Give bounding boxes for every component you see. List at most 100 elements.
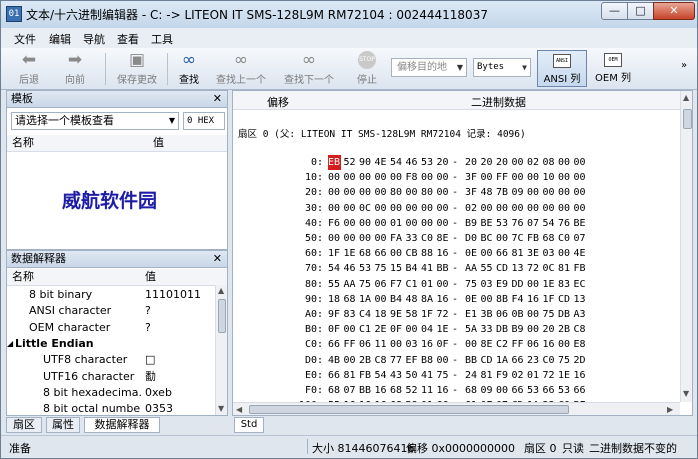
hex-byte[interactable]: F7 (390, 277, 406, 292)
tab-std[interactable]: Std (234, 417, 264, 433)
hex-byte[interactable]: F8 (406, 170, 422, 185)
hex-byte[interactable]: 0F (390, 322, 406, 337)
hex-byte[interactable]: A3 (574, 307, 590, 322)
hex-row[interactable]: 70: 54 46 53 75 15 B4 41 BB - AA 55 CD 13 72 0C 81 FB (233, 261, 680, 276)
hex-byte[interactable]: 00 (328, 170, 344, 185)
hex-byte[interactable]: 00 (496, 231, 512, 246)
hex-byte[interactable]: 68 (328, 383, 344, 398)
hex-byte[interactable]: 00 (437, 216, 453, 231)
template-select[interactable]: 请选择一个模板查看 ▼ (11, 112, 179, 130)
hex-byte[interactable]: 00 (481, 170, 497, 185)
hex-byte[interactable]: 00 (574, 185, 590, 200)
hex-byte[interactable]: 15 (390, 261, 406, 276)
hex-byte[interactable]: 48 (406, 292, 422, 307)
hex-byte[interactable]: 81 (512, 246, 528, 261)
hex-byte[interactable]: 81 (344, 368, 360, 383)
menu-file[interactable]: 文件 (14, 31, 36, 47)
oem-column-toggle[interactable]: OEM OEM 列 (591, 50, 635, 87)
hex-byte[interactable]: 07 (527, 216, 543, 231)
menu-edit[interactable]: 编辑 (49, 31, 71, 47)
hex-byte[interactable]: 00 (359, 185, 375, 200)
hex-byte[interactable]: FB (574, 261, 590, 276)
hex-byte[interactable]: 09 (512, 185, 528, 200)
hex-byte[interactable]: B4 (406, 261, 422, 276)
hex-byte[interactable]: 00 (527, 307, 543, 322)
goto-offset-combo[interactable]: 偏移目的地 ▼ (391, 58, 467, 77)
hex-byte[interactable]: 0B (512, 307, 528, 322)
hex-byte[interactable]: 54 (390, 155, 406, 170)
hex-byte[interactable]: 00 (574, 155, 590, 170)
hex-byte[interactable]: 66 (328, 368, 344, 383)
inspector-row[interactable]: OEM character? (7, 320, 215, 336)
chevron-down-icon[interactable]: ▼ (457, 59, 463, 76)
hex-byte[interactable]: 75 (558, 353, 574, 368)
hex-byte[interactable]: 75 (375, 261, 391, 276)
hex-byte[interactable]: 1E (437, 322, 453, 337)
hex-row[interactable]: E0: 66 81 FB 54 43 50 41 75-24 81 F9 02 01 72 1E 16 (233, 368, 680, 383)
hex-body[interactable]: 扇区 0 (父: LITEON IT SMS-128L9M RM72104 记录… (233, 110, 680, 411)
hex-byte[interactable]: 20 (481, 155, 497, 170)
hex-byte[interactable]: 10 (543, 170, 559, 185)
hex-byte[interactable]: 00 (344, 322, 360, 337)
hex-byte-selected[interactable]: EB (328, 155, 341, 170)
scroll-down-icon[interactable]: ▼ (218, 404, 224, 413)
hex-byte[interactable]: CD (558, 292, 574, 307)
back-button[interactable]: ⬅ 后退 (11, 50, 47, 86)
hex-byte[interactable]: 00 (558, 246, 574, 261)
bytes-select[interactable]: Bytes ▼ (473, 58, 531, 77)
hex-byte[interactable]: 2B (558, 322, 574, 337)
hex-byte[interactable]: 00 (574, 201, 590, 216)
hex-row[interactable]: 30: 00 00 0C 00 00 00 00 00-02 00 00 00 00 00 00 00 (233, 201, 680, 216)
hex-byte[interactable]: BB (359, 383, 375, 398)
find-button[interactable]: ∞ 查找 (174, 50, 204, 86)
hex-row[interactable]: 20: 00 00 00 00 80 00 80 00-3F 48 7B 09 00 00 00 00 (233, 185, 680, 200)
hex-byte[interactable]: 0E (465, 246, 481, 261)
hex-byte[interactable]: DB (496, 322, 512, 337)
hex-byte[interactable]: 00 (481, 292, 497, 307)
hex-byte[interactable]: 16 (421, 337, 437, 352)
hex-byte[interactable]: BB (437, 261, 453, 276)
hex-byte[interactable]: 00 (375, 185, 391, 200)
hex-byte[interactable]: 20 (465, 155, 481, 170)
hex-byte[interactable]: C0 (421, 231, 437, 246)
hex-byte[interactable]: 01 (390, 216, 406, 231)
hex-row[interactable]: F0: 68 07 BB 16 68 52 11 16-68 09 00 66 53 66 53 66 (233, 383, 680, 398)
hex-byte[interactable]: FB (359, 368, 375, 383)
hex-byte[interactable]: C1 (359, 322, 375, 337)
hex-byte[interactable]: 04 (421, 322, 437, 337)
hex-byte[interactable]: 33 (406, 231, 422, 246)
close-icon[interactable]: ✕ (213, 91, 222, 107)
hex-byte[interactable]: 55 (481, 261, 497, 276)
tab-sector[interactable]: 扇区 (6, 417, 42, 433)
hex-byte[interactable]: D0 (465, 231, 481, 246)
hex-byte[interactable]: 00 (390, 246, 406, 261)
hex-byte[interactable]: 00 (359, 170, 375, 185)
hex-byte[interactable]: 00 (558, 155, 574, 170)
hex-byte[interactable]: 4E (574, 246, 590, 261)
hex-byte[interactable]: 1E (543, 277, 559, 292)
hex-byte[interactable]: 8E (481, 337, 497, 352)
chevron-down-icon[interactable]: ▼ (169, 113, 175, 129)
offset-column-header[interactable]: 偏移 (267, 94, 289, 110)
hex-byte[interactable]: 53 (527, 383, 543, 398)
hex-byte[interactable]: 75 (465, 277, 481, 292)
inspector-row[interactable]: 8 bit binary 11101011 (7, 287, 215, 303)
hex-byte[interactable]: 00 (437, 170, 453, 185)
hex-byte[interactable]: F6 (328, 216, 344, 231)
inspector-scroll-thumb[interactable] (218, 299, 226, 333)
hex-byte[interactable]: 0C (359, 201, 375, 216)
hex-byte[interactable]: 76 (558, 216, 574, 231)
binary-column-header[interactable]: 二进制数据 (471, 94, 526, 110)
hex-byte[interactable]: 54 (328, 261, 344, 276)
hex-byte[interactable]: 00 (375, 292, 391, 307)
column-value-header[interactable]: 值 (153, 135, 164, 151)
hex-byte[interactable]: C8 (574, 322, 590, 337)
hex-byte[interactable]: C4 (359, 307, 375, 322)
hex-byte[interactable]: 00 (437, 353, 453, 368)
hex-byte[interactable]: 1A (496, 353, 512, 368)
hex-byte[interactable]: 20 (496, 155, 512, 170)
hex-byte[interactable]: 00 (421, 216, 437, 231)
hex-byte[interactable]: 58 (406, 307, 422, 322)
hex-byte[interactable]: 00 (344, 231, 360, 246)
hex-byte[interactable]: 00 (328, 231, 344, 246)
